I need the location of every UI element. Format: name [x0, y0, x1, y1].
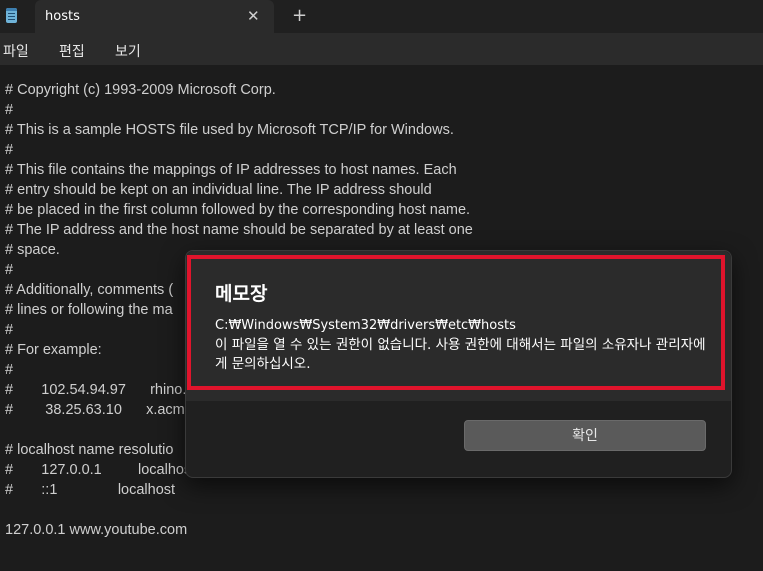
tab-title: hosts — [45, 9, 80, 24]
new-tab-icon[interactable]: + — [292, 5, 307, 27]
close-icon[interactable]: ✕ — [247, 7, 260, 25]
permission-error-dialog: 메모장 C:₩Windows₩System32₩drivers₩etc₩host… — [185, 250, 732, 478]
notepad-window: hosts ✕ + 파일 편집 보기 # Copyright (c) 1993-… — [0, 0, 763, 571]
tab-hosts[interactable]: hosts ✕ — [35, 0, 274, 33]
editor-line: # ::1 localhost — [5, 482, 176, 498]
editor-line: # localhost name resolutio — [5, 442, 174, 458]
editor-line: # The IP address and the host name shoul… — [5, 222, 473, 238]
editor-line: # 38.25.63.10 x.acme — [5, 402, 193, 418]
editor-line: # space. — [5, 242, 60, 258]
dialog-file-path: C:₩Windows₩System32₩drivers₩etc₩hosts — [215, 318, 516, 333]
editor-line: 127.0.0.1 www.youtube.com — [5, 522, 188, 538]
editor-line: # lines or following the ma — [5, 302, 173, 318]
editor-line: # This file contains the mappings of IP … — [5, 162, 457, 178]
editor-line: # 102.54.94.97 rhino. — [5, 382, 187, 398]
dialog-message: 이 파일을 열 수 있는 권한이 없습니다. 사용 권한에 대해서는 파일의 소… — [215, 337, 706, 372]
dialog-content: 메모장 C:₩Windows₩System32₩drivers₩etc₩host… — [186, 251, 731, 401]
editor-line: # — [5, 142, 14, 158]
menu-file[interactable]: 파일 — [3, 41, 29, 61]
dialog-title: 메모장 — [215, 283, 268, 305]
editor-line: # — [5, 322, 14, 338]
editor-line: # entry should be kept on an individual … — [5, 182, 432, 198]
notepad-app-icon — [6, 8, 17, 23]
editor-line: # For example: — [5, 342, 102, 358]
editor-line: # — [5, 262, 14, 278]
editor-line: # — [5, 102, 14, 118]
tab-bar: hosts ✕ + — [0, 0, 763, 33]
menu-view[interactable]: 보기 — [115, 41, 141, 61]
editor-line: # — [5, 362, 14, 378]
editor-line: # Additionally, comments ( — [5, 282, 174, 298]
menu-bar: 파일 편집 보기 — [0, 33, 763, 65]
menu-edit[interactable]: 편집 — [59, 41, 85, 61]
editor-line: # 127.0.0.1 localhos — [5, 462, 192, 478]
editor-line: # Copyright (c) 1993-2009 Microsoft Corp… — [5, 82, 276, 98]
editor-line: # be placed in the first column followed… — [5, 202, 471, 218]
editor-line: # This is a sample HOSTS file used by Mi… — [5, 122, 454, 138]
ok-button[interactable]: 확인 — [464, 420, 706, 451]
